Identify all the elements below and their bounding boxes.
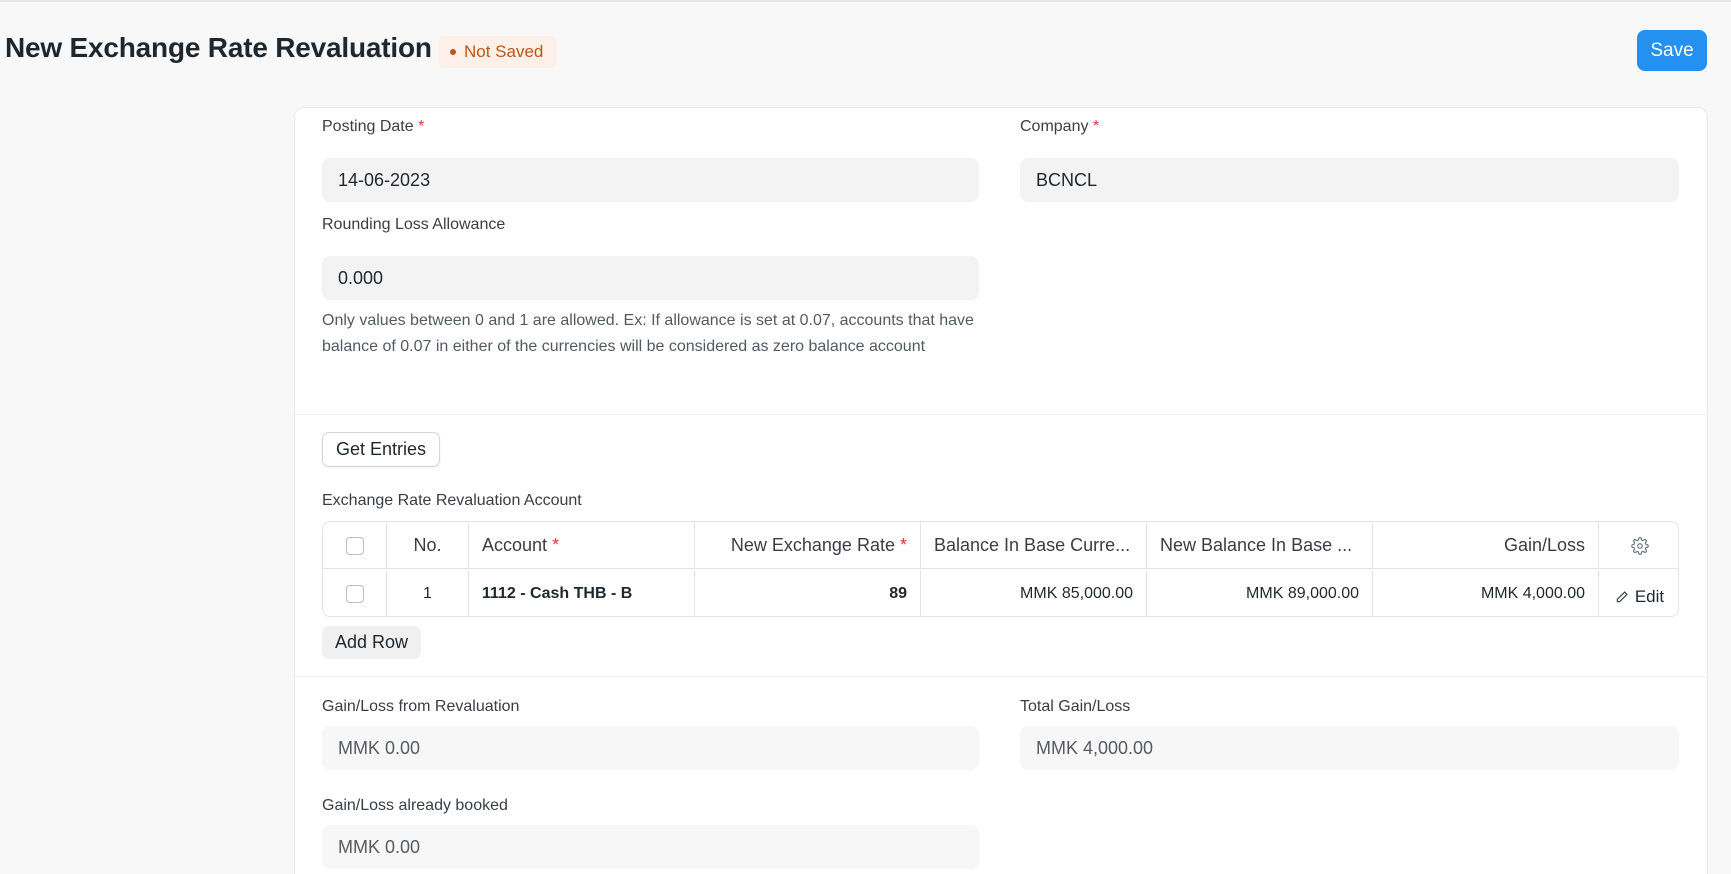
page-title: New Exchange Rate Revaluation [5,32,432,63]
required-marker: * [418,118,425,135]
row-edit-label: Edit [1634,586,1665,606]
row-select-cell [323,570,387,616]
row-checkbox[interactable] [345,584,364,603]
row-no: 1 [387,570,469,616]
table-label: Exchange Rate Revaluation Account [322,492,582,509]
col-gain-loss: Gain/Loss [1373,522,1599,569]
total-gain-loss-label: Total Gain/Loss [1020,698,1131,715]
required-marker: * [552,535,560,555]
gain-loss-booked-field: MMK 0.00 [322,825,979,869]
form-card: Posting Date * 14-06-2023 Company * BCNC… [294,107,1708,874]
section-divider [295,676,1707,677]
col-new-balance-base: New Balance In Base ... [1147,522,1373,569]
posting-date-label: Posting Date * [322,118,424,136]
table-row[interactable]: 1 1112 - Cash THB - B 89 MMK 85,000.00 M… [323,570,1678,616]
row-new-exchange-rate[interactable]: 89 [695,570,921,616]
company-label-text: Company [1020,118,1089,135]
status-badge: Not Saved [438,36,558,68]
gain-loss-booked-label: Gain/Loss already booked [322,797,508,814]
required-marker: * [899,535,907,555]
total-gain-loss-field: MMK 4,000.00 [1020,726,1679,770]
col-account: Account * [469,522,695,569]
rounding-loss-input[interactable]: 0.000 [322,256,979,300]
pencil-icon [1616,590,1628,602]
status-text: Not Saved [464,42,544,61]
col-no: No. [387,522,469,569]
row-new-balance-base: MMK 89,000.00 [1147,570,1373,616]
add-row-button[interactable]: Add Row [322,626,422,659]
col-account-text: Account [482,535,548,555]
save-button[interactable]: Save [1637,30,1707,71]
rounding-loss-label: Rounding Loss Allowance [322,216,506,233]
page-header: New Exchange Rate Revaluation Not Saved … [0,0,1731,100]
row-edit-button[interactable]: Edit [1599,570,1678,616]
row-balance-base: MMK 85,000.00 [921,570,1147,616]
get-entries-button[interactable]: Get Entries [322,432,441,467]
row-account[interactable]: 1112 - Cash THB - B [469,570,695,616]
gain-loss-revaluation-field: MMK 0.00 [322,726,979,770]
gain-loss-revaluation-label: Gain/Loss from Revaluation [322,698,520,715]
revaluation-accounts-table: No. Account * New Exchange Rate * Balanc… [322,521,1679,617]
gear-icon[interactable] [1630,536,1649,555]
posting-date-input[interactable]: 14-06-2023 [322,158,979,202]
col-new-balance-base-text: New Balance In Base ... [1160,535,1353,555]
required-marker: * [1092,118,1100,135]
select-all-checkbox[interactable] [345,536,364,555]
rounding-loss-help: Only values between 0 and 1 are allowed.… [322,312,974,355]
col-balance-base: Balance In Base Curre... [921,522,1147,569]
table-header-row: No. Account * New Exchange Rate * Balanc… [323,522,1678,569]
col-balance-base-text: Balance In Base Curre... [934,535,1131,555]
select-all-cell [323,522,387,569]
section-divider [295,414,1707,415]
col-new-exchange-rate: New Exchange Rate * [695,522,921,569]
col-new-rate-text: New Exchange Rate [730,535,895,555]
company-label: Company * [1020,118,1099,136]
column-settings-cell [1599,522,1678,569]
company-input[interactable]: BCNCL [1020,158,1679,202]
row-gain-loss: MMK 4,000.00 [1373,570,1599,616]
posting-date-label-text: Posting Date [322,118,414,135]
dot-icon [450,49,456,55]
